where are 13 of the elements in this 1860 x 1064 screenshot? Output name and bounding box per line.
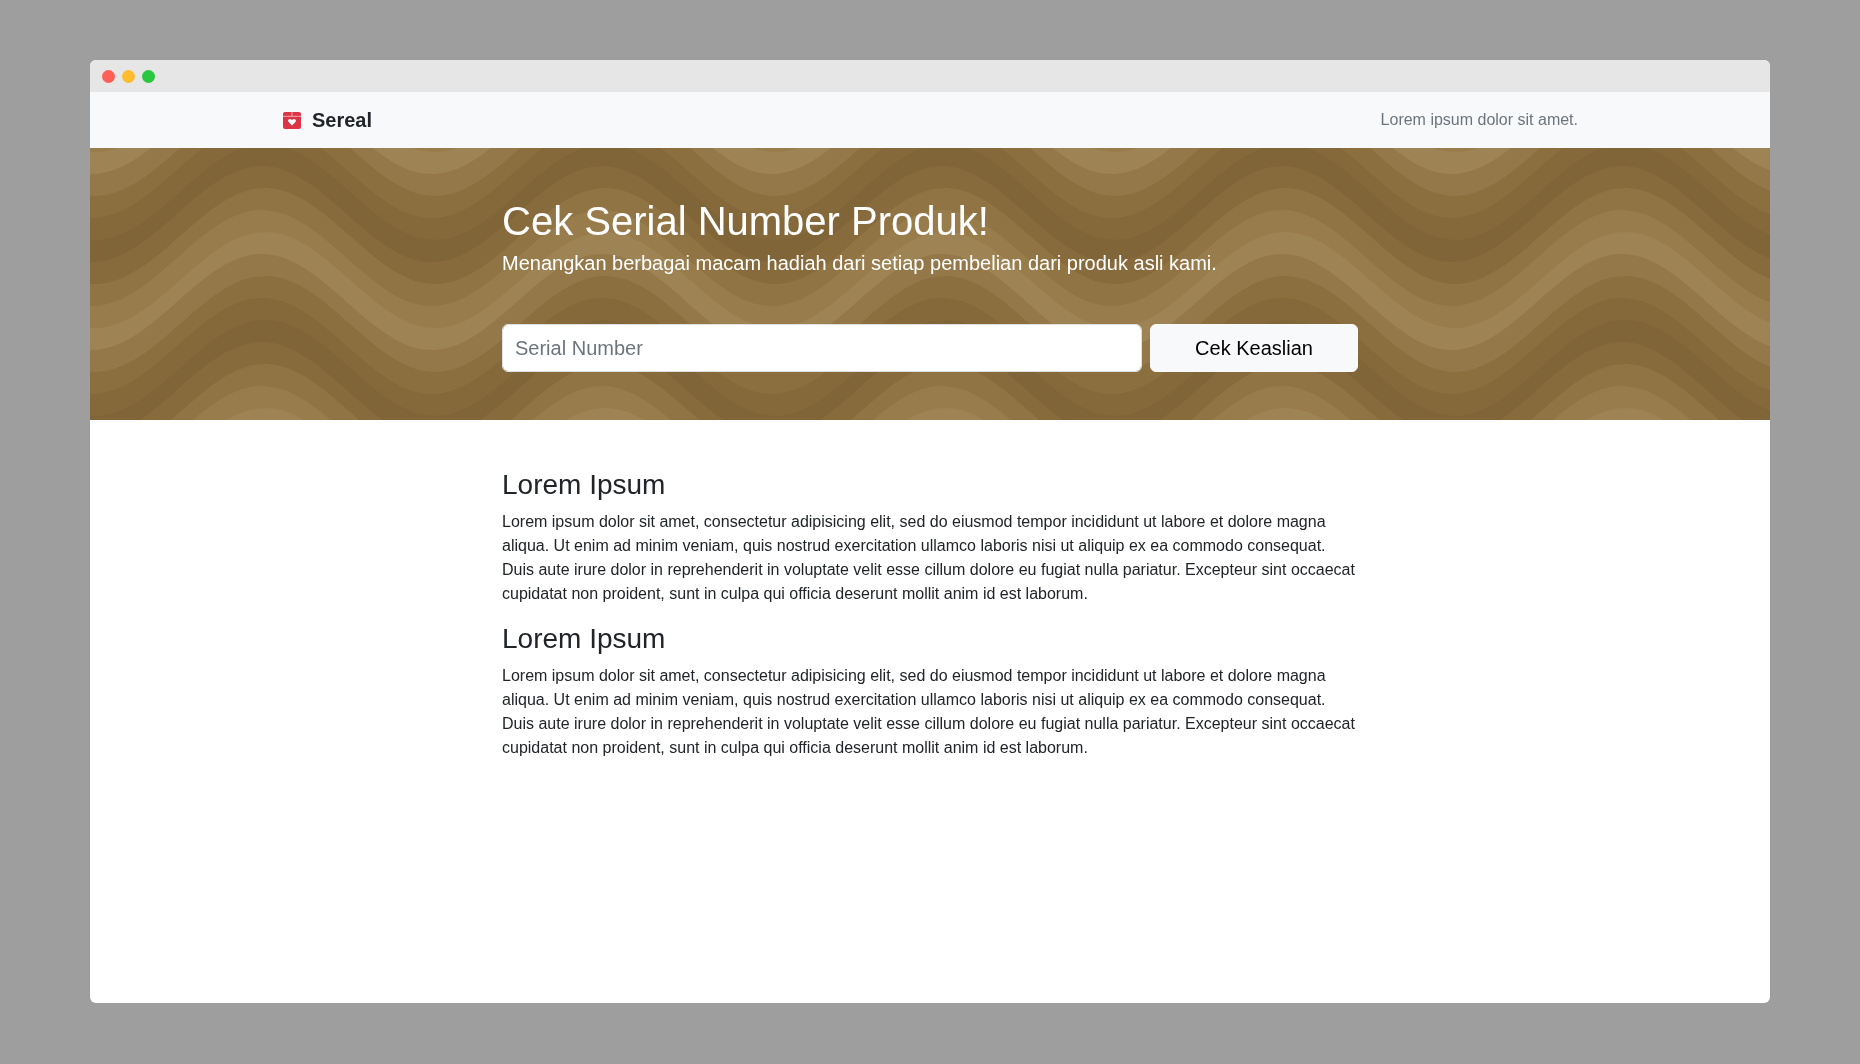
maximize-icon[interactable] [142,69,155,83]
brand-link[interactable]: Sereal [312,105,373,135]
close-icon[interactable] [102,69,115,83]
hero-subtitle: Menangkan berbagai macam hadiah dari setiap pembelian dari produk asli kami. [502,251,1218,276]
hero-title: Cek Serial Number Produk! [502,198,990,245]
section-heading: Lorem Ipsum [502,468,667,502]
serial-number-input[interactable]: Serial Number [502,324,1142,372]
section-paragraph: Lorem ipsum dolor sit amet, consectetur adipisicing elit, sed do eiusmod tempor incididunt ut labore et dolore magna aliqua. Ut enim ad minim veniam, quis nostrud exercitation ullamco laboris nisi ut aliquip ex ea commodo consequat. Duis aute irure dolor in reprehenderit in voluptate velit esse cillum dolore eu fugiat nulla pariatur. Excepteur sint occaecat cupidatat non proident, sunt in culpa qui officia deserunt mollit anim id est laborum. [502,512,1356,604]
section-paragraph: Lorem ipsum dolor sit amet, consectetur adipisicing elit, sed do eiusmod tempor incididunt ut labore et dolore magna aliqua. Ut enim ad minim veniam, quis nostrud exercitation ullamco laboris nisi ut aliquip ex ea commodo consequat. Duis aute irure dolor in reprehenderit in voluptate velit esse cillum dolore eu fugiat nulla pariatur. Excepteur sint occaecat cupidatat non proident, sunt in culpa qui officia deserunt mollit anim id est laborum. [502,666,1356,758]
section-heading: Lorem Ipsum [502,622,667,656]
check-button[interactable]: Cek Keaslian [1150,324,1358,372]
minimize-icon[interactable] [122,69,135,83]
navbar-text: Lorem ipsum dolor sit amet. [1380,110,1578,130]
